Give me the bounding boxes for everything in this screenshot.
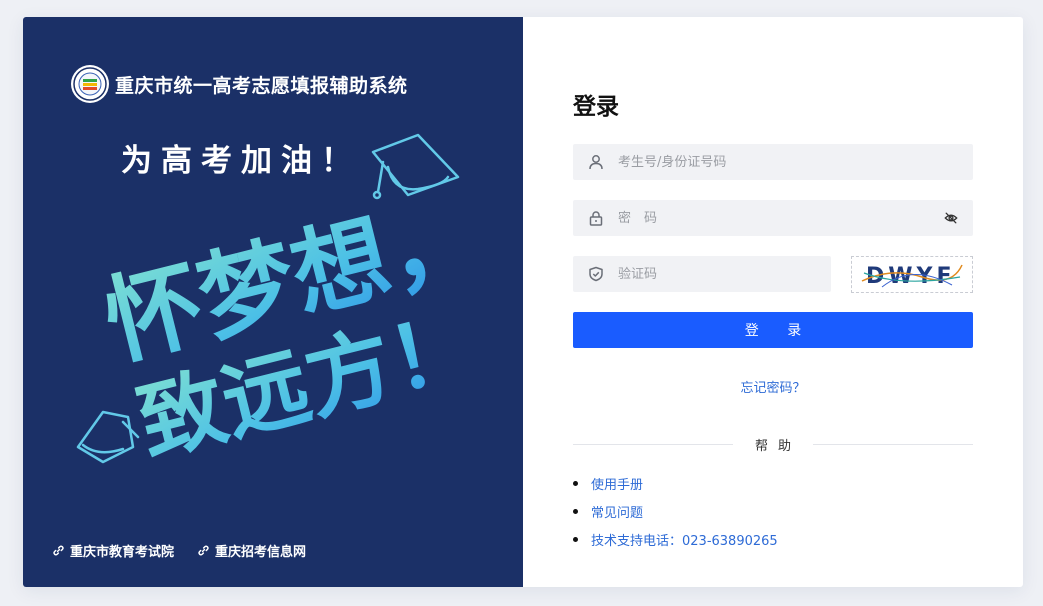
eye-hidden-icon[interactable] <box>941 208 961 228</box>
graduation-cap-small-icon <box>76 410 140 464</box>
captcha-image[interactable]: DWYF <box>851 256 973 293</box>
help-list: 使用手册 常见问题 技术支持电话：023-63890265 <box>573 469 778 553</box>
link-admission-info-label: 重庆招考信息网 <box>215 545 307 560</box>
brand: 重庆市统一高考志愿填报辅助系统 <box>71 65 408 103</box>
password-field <box>573 200 973 236</box>
help-divider: 帮助 <box>573 435 973 454</box>
system-title: 重庆市统一高考志愿填报辅助系统 <box>115 74 408 97</box>
login-button[interactable]: 登 录 <box>573 312 973 348</box>
login-title: 登录 <box>573 94 619 120</box>
login-panel: 登录 考生号/身份证号码 验证码 DWYF 登 录 忘记密码？ 帮助 使用手册 … <box>523 17 1023 587</box>
help-title: 帮助 <box>754 439 801 454</box>
username-input[interactable] <box>616 153 973 171</box>
captcha-input[interactable] <box>616 265 831 283</box>
emblem-logo <box>71 65 109 103</box>
password-input[interactable] <box>616 209 941 227</box>
link-exam-institute[interactable]: 重庆市教育考试院 <box>53 541 174 560</box>
forgot-password-link[interactable]: 忘记密码？ <box>523 377 1023 396</box>
divider-line <box>573 444 733 445</box>
captcha-text: DWYF <box>866 264 956 289</box>
divider-line <box>813 444 973 445</box>
link-icon <box>198 545 209 556</box>
left-banner: 怀梦想， 致远方！ 重庆市统一高考志愿填报辅助系统 为高考加油！ 重庆市教育考试… <box>23 17 523 587</box>
list-item: 常见问题 <box>573 497 778 525</box>
link-admission-info[interactable]: 重庆招考信息网 <box>198 541 306 560</box>
help-link-manual[interactable]: 使用手册 <box>591 474 643 493</box>
help-link-support-phone[interactable]: 技术支持电话：023-63890265 <box>591 530 778 549</box>
list-item: 技术支持电话：023-63890265 <box>573 525 778 553</box>
bullet <box>573 536 578 542</box>
link-icon <box>53 545 64 556</box>
link-exam-institute-label: 重庆市教育考试院 <box>70 545 175 560</box>
username-field <box>573 144 973 180</box>
help-link-faq[interactable]: 常见问题 <box>591 502 643 521</box>
lock-icon <box>586 208 606 228</box>
shield-icon <box>586 264 606 284</box>
slogan: 为高考加油！ <box>121 143 361 179</box>
bullet <box>573 508 578 514</box>
captcha-field <box>573 256 831 292</box>
user-icon <box>586 152 606 172</box>
login-card: 怀梦想， 致远方！ 重庆市统一高考志愿填报辅助系统 为高考加油！ 重庆市教育考试… <box>23 17 1023 587</box>
footer-links: 重庆市教育考试院 重庆招考信息网 <box>53 541 306 560</box>
list-item: 使用手册 <box>573 469 778 497</box>
bullet <box>573 480 578 486</box>
